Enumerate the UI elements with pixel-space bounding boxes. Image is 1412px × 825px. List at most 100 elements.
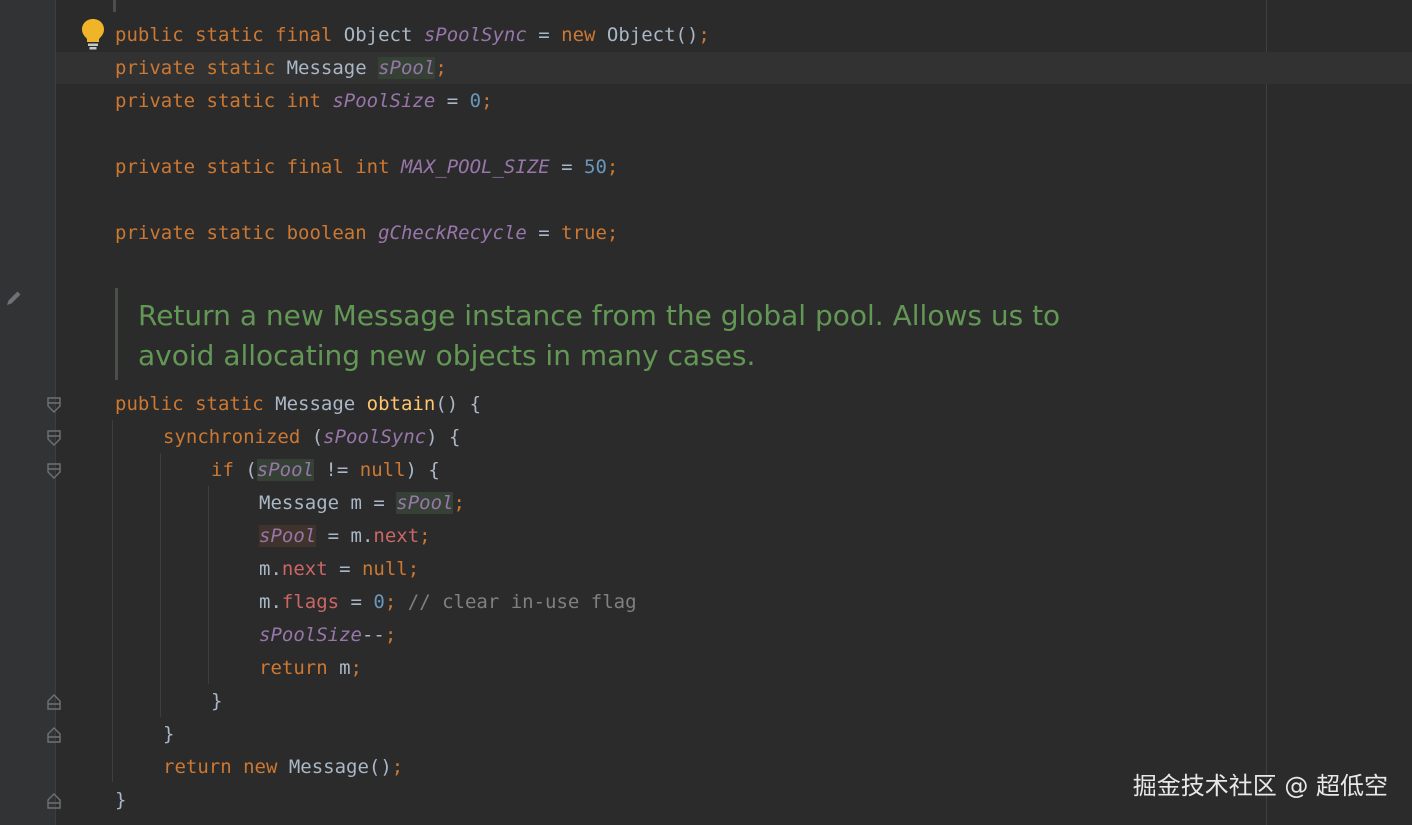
code-token: ; (391, 756, 404, 778)
code-line[interactable]: m.next = null; (259, 553, 419, 586)
code-token: sPool (396, 492, 454, 514)
code-token: != (313, 459, 360, 481)
code-token: sPool (259, 525, 317, 547)
code-token: ; (384, 624, 397, 646)
code-token: next (373, 525, 420, 547)
code-token: () { (435, 393, 482, 415)
code-token: private static boolean (115, 222, 379, 244)
code-token: Message m = (259, 492, 397, 514)
code-token: Object (343, 24, 424, 46)
code-token: ; (606, 222, 619, 244)
code-line[interactable]: private static boolean gCheckRecycle = t… (115, 217, 618, 250)
indent-guide (112, 420, 113, 782)
code-line[interactable]: private static final int MAX_POOL_SIZE =… (115, 151, 618, 184)
code-token: = (526, 24, 562, 46)
code-token: next (281, 558, 328, 580)
code-token: 0 (469, 90, 482, 112)
code-line[interactable]: return new Message(); (163, 751, 403, 784)
code-token: = m. (316, 525, 374, 547)
code-token: if (211, 459, 246, 481)
code-line[interactable]: Message m = sPool; (259, 487, 465, 520)
code-token: ) { (426, 426, 461, 448)
code-token: Message() (288, 756, 392, 778)
code-token: null (359, 459, 406, 481)
code-token: ) { (405, 459, 440, 481)
code-line[interactable]: public static final Object sPoolSync = n… (115, 19, 710, 52)
code-token: null (361, 558, 408, 580)
code-token: Message (275, 393, 367, 415)
code-token: m (339, 657, 351, 679)
code-token: sPool (378, 57, 436, 79)
code-token: m. (259, 558, 282, 580)
code-token: synchronized (163, 426, 312, 448)
code-token: } (163, 723, 175, 745)
code-token: flags (281, 591, 340, 613)
code-token: Object() (606, 24, 699, 46)
code-token: = (327, 558, 362, 580)
code-line[interactable]: private static Message sPool; (115, 52, 447, 85)
fold-end-marker-icon[interactable] (47, 793, 61, 809)
code-token: = (435, 90, 470, 112)
doc-marker-top (113, 0, 116, 12)
rendered-doc-comment[interactable]: Return a new Message instance from the g… (115, 288, 1078, 380)
code-token: MAX_POOL_SIZE (400, 156, 550, 178)
fold-marker-icon[interactable] (47, 397, 61, 413)
code-token: ; (407, 558, 420, 580)
code-line[interactable]: } (211, 685, 222, 718)
fold-end-marker-icon[interactable] (47, 727, 61, 743)
code-token: = (526, 222, 562, 244)
code-token: ; (453, 492, 465, 514)
code-token: ; (606, 156, 619, 178)
code-token: sPoolSync (423, 24, 527, 46)
code-token: ( (245, 459, 257, 481)
code-line[interactable]: sPool = m.next; (259, 520, 431, 553)
code-token: -- (361, 624, 385, 646)
code-token: public static final (115, 24, 344, 46)
code-token: ( (311, 426, 324, 448)
code-token: sPoolSize (259, 624, 362, 646)
line-comment: // clear in-use flag (407, 591, 637, 613)
code-token: private static (115, 57, 287, 79)
code-token: sPool (256, 459, 314, 481)
code-token: } (211, 690, 223, 712)
code-line[interactable]: synchronized (sPoolSync) { (163, 421, 460, 454)
code-line[interactable]: private static int sPoolSize = 0; (115, 85, 493, 118)
method-name: obtain (366, 393, 436, 415)
code-token: ; (698, 24, 710, 46)
code-token: ; (350, 657, 362, 679)
code-token: ; (384, 591, 408, 613)
code-token: private static final int (115, 156, 401, 178)
code-line[interactable]: sPoolSize--; (259, 619, 396, 652)
code-token: sPoolSync (323, 426, 427, 448)
code-line[interactable]: m.flags = 0; // clear in-use flag (259, 586, 637, 619)
code-token: Message (286, 57, 379, 79)
code-line[interactable]: } (115, 784, 126, 817)
fold-end-marker-icon[interactable] (47, 694, 61, 710)
code-token: public static (115, 393, 276, 415)
code-token: ; (435, 57, 447, 79)
doc-comment-text: Return a new Message instance from the g… (138, 299, 1061, 372)
code-token: = (549, 156, 585, 178)
code-token: } (115, 789, 127, 811)
code-token: 50 (584, 156, 607, 178)
pencil-icon[interactable] (4, 288, 24, 308)
code-line[interactable]: public static Message obtain() { (115, 388, 481, 421)
indent-guide (160, 453, 161, 717)
right-margin-guide (1266, 0, 1267, 825)
code-line[interactable]: if (sPool != null) { (211, 454, 440, 487)
code-token: ; (419, 525, 431, 547)
fold-marker-icon[interactable] (47, 463, 61, 479)
code-token: return (259, 657, 340, 679)
watermark: 掘金技术社区 @ 超低空 (1132, 772, 1388, 800)
indent-guide (208, 486, 209, 684)
code-line[interactable]: } (163, 718, 174, 751)
fold-marker-icon[interactable] (47, 430, 61, 446)
code-token: m. (259, 591, 282, 613)
code-token: true (561, 222, 607, 244)
code-line[interactable]: return m; (259, 652, 362, 685)
code-token: sPoolSize (332, 90, 436, 112)
code-token: ; (481, 90, 493, 112)
code-token: = (339, 591, 374, 613)
code-token: new (561, 24, 607, 46)
lightbulb-icon[interactable] (80, 17, 106, 51)
